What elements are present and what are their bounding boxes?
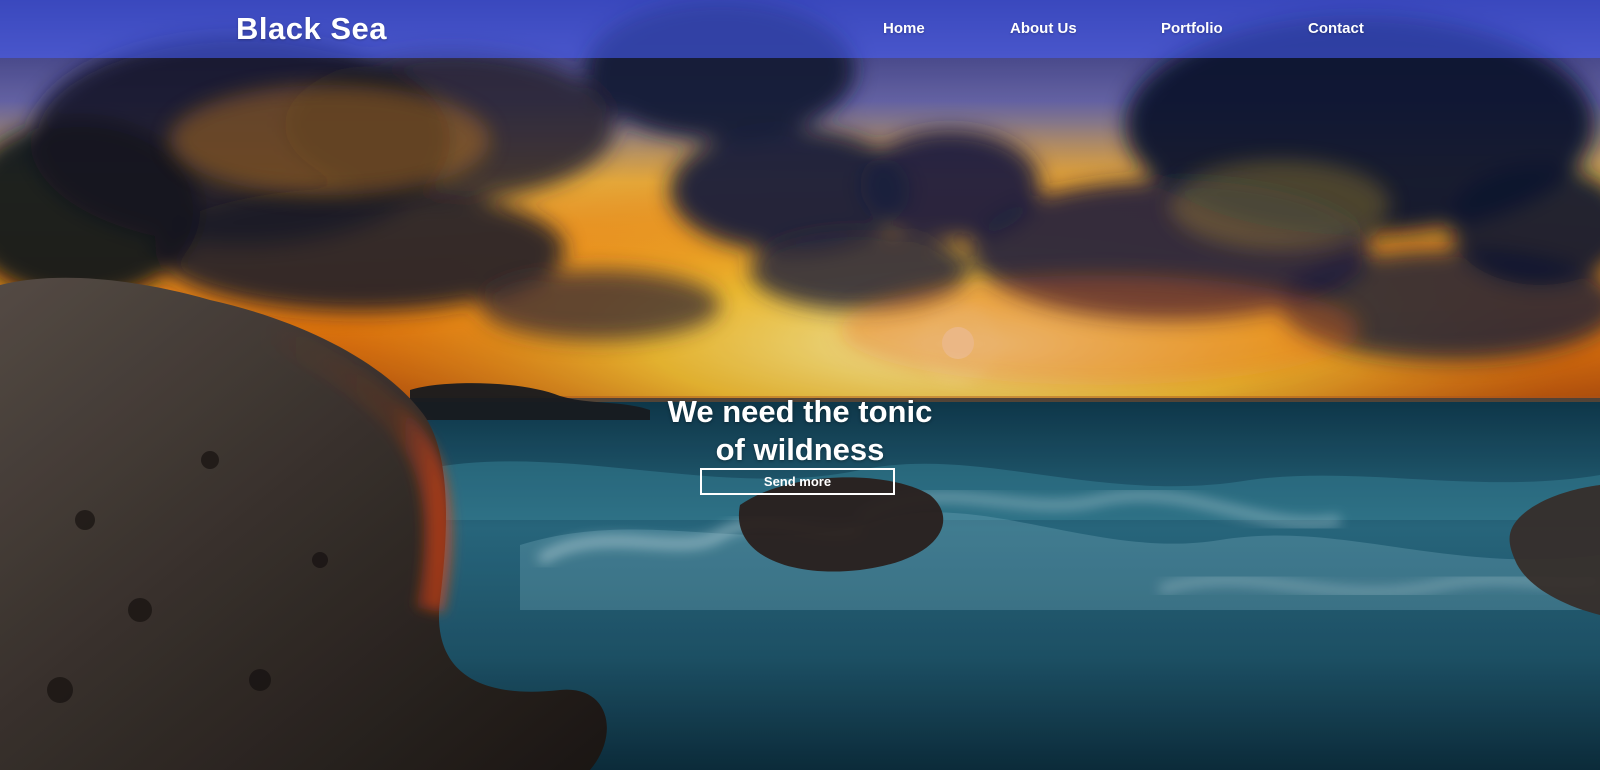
hero-text-block: We need the tonic of wildness [600, 393, 1000, 469]
vignette [0, 0, 1600, 770]
page: Black Sea Home About Us Portfolio Contac… [0, 0, 1600, 770]
nav-link-portfolio[interactable]: Portfolio [1161, 20, 1223, 37]
hero-headline-line-2: of wildness [715, 432, 885, 467]
send-more-button[interactable]: Send more [700, 468, 895, 495]
nav-link-contact[interactable]: Contact [1308, 20, 1364, 37]
nav-link-about-us[interactable]: About Us [1010, 20, 1077, 37]
nav-link-home[interactable]: Home [883, 20, 925, 37]
hero-background-image [0, 0, 1600, 770]
hero-headline-line-1: We need the tonic [667, 394, 933, 429]
hero-headline: We need the tonic of wildness [600, 393, 1000, 469]
top-navbar: Black Sea Home About Us Portfolio Contac… [0, 0, 1600, 58]
brand-logo-text[interactable]: Black Sea [236, 11, 387, 47]
